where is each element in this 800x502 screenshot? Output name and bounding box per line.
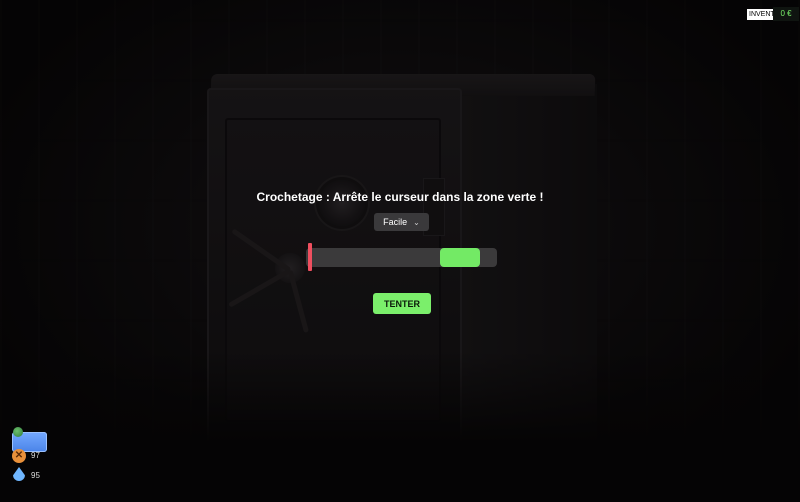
inventory-button[interactable]: INVENTAIRE xyxy=(747,9,775,20)
money-display: 0 € xyxy=(773,7,799,21)
food-icon: ✕ xyxy=(12,449,26,463)
difficulty-selected-value: Facile xyxy=(383,217,408,227)
minigame-overlay: Crochetage : Arrête le curseur dans la z… xyxy=(0,0,800,502)
try-button[interactable]: TENTER xyxy=(373,293,431,314)
green-zone xyxy=(439,248,480,267)
lockpick-cursor xyxy=(307,243,312,271)
food-value: 97 xyxy=(31,451,40,460)
water-value: 95 xyxy=(31,471,40,480)
lockpick-progress-bar xyxy=(306,243,497,271)
difficulty-select[interactable]: Facile ⌄ xyxy=(374,213,429,231)
globe-icon xyxy=(13,427,23,437)
chevron-down-icon: ⌄ xyxy=(413,217,420,227)
minigame-title: Crochetage : Arrête le curseur dans la z… xyxy=(256,190,544,204)
